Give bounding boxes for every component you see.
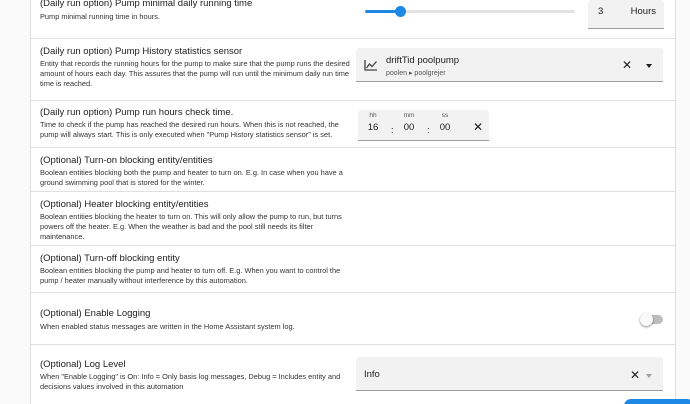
row-min-runtime: (Daily run option) Pump minimal daily ru… bbox=[31, 0, 675, 39]
entity-area-path: poolen ▸ poolgrejer bbox=[386, 70, 446, 77]
min-runtime-description: Pump minimal running time in hours. bbox=[40, 12, 160, 21]
heater-blocking-description: Boolean entities blocking the heater to … bbox=[40, 212, 342, 241]
min-runtime-title: (Daily run option) Pump minimal daily ru… bbox=[40, 0, 253, 9]
history-sensor-entity-picker[interactable]: driftTid poolpump poolen ▸ poolgrejer ✕ bbox=[356, 48, 663, 82]
turn-on-blocking-description: Boolean entities blocking both the pump … bbox=[40, 168, 343, 187]
chart-line-icon bbox=[364, 58, 378, 76]
log-level-select[interactable]: Info ✕ bbox=[356, 357, 663, 391]
minutes-value[interactable]: 00 bbox=[400, 122, 418, 133]
blueprint-settings-panel: (Daily run option) Pump minimal daily ru… bbox=[30, 0, 676, 404]
dropdown-caret-icon[interactable] bbox=[646, 64, 652, 68]
seconds-label: ss bbox=[441, 112, 449, 119]
dropdown-caret-icon[interactable] bbox=[646, 374, 652, 378]
time-separator: : bbox=[391, 125, 394, 135]
time-separator: : bbox=[427, 125, 430, 135]
check-time-description: Time to check if the pump has reached th… bbox=[40, 120, 339, 139]
action-button-edge[interactable] bbox=[624, 399, 690, 404]
seconds-value[interactable]: 00 bbox=[436, 122, 454, 133]
runtime-slider-thumb[interactable] bbox=[395, 6, 407, 17]
seconds-segment[interactable]: ss 00 bbox=[436, 112, 454, 133]
row-turn-on-blocking: (Optional) Turn-on blocking entity/entit… bbox=[31, 148, 675, 192]
runtime-unit: Hours bbox=[630, 6, 656, 17]
history-sensor-title: (Daily run option) Pump History statisti… bbox=[40, 46, 243, 57]
check-time-field[interactable]: hh 16 : mm 00 : ss 00 ✕ bbox=[358, 110, 489, 141]
runtime-number-field[interactable]: 3 Hours bbox=[588, 0, 664, 29]
runtime-value[interactable]: 3 bbox=[598, 6, 603, 17]
clear-time-icon[interactable]: ✕ bbox=[473, 121, 483, 133]
log-level-description: When "Enable Logging" is On: Info = Only… bbox=[40, 372, 341, 391]
heater-blocking-title: (Optional) Heater blocking entity/entiti… bbox=[40, 199, 209, 210]
logging-toggle-thumb[interactable] bbox=[640, 313, 653, 326]
check-time-title: (Daily run option) Pump run hours check … bbox=[40, 107, 234, 118]
turn-off-blocking-title: (Optional) Turn-off blocking entity bbox=[40, 253, 180, 264]
enable-logging-title: (Optional) Enable Logging bbox=[40, 308, 151, 319]
entity-name: driftTid poolpump bbox=[386, 55, 460, 66]
row-heater-blocking: (Optional) Heater blocking entity/entiti… bbox=[31, 192, 675, 246]
log-level-value: Info bbox=[364, 369, 380, 380]
row-enable-logging: (Optional) Enable Logging When enabled s… bbox=[31, 293, 675, 345]
row-check-time: (Daily run option) Pump run hours check … bbox=[31, 101, 675, 148]
clear-icon[interactable]: ✕ bbox=[622, 59, 632, 71]
clear-icon[interactable]: ✕ bbox=[630, 369, 640, 381]
row-turn-off-blocking: (Optional) Turn-off blocking entity Bool… bbox=[31, 246, 675, 293]
turn-off-blocking-description: Boolean entities blocking the pump and h… bbox=[40, 266, 341, 285]
history-sensor-description: Entity that records the running hours fo… bbox=[40, 59, 350, 88]
minutes-segment[interactable]: mm 00 bbox=[400, 112, 418, 133]
hours-label: hh bbox=[369, 112, 377, 119]
log-level-title: (Optional) Log Level bbox=[40, 359, 126, 370]
minutes-label: mm bbox=[403, 112, 415, 119]
row-log-level: (Optional) Log Level When "Enable Loggin… bbox=[31, 345, 675, 404]
row-history-sensor: (Daily run option) Pump History statisti… bbox=[31, 39, 675, 101]
hours-value[interactable]: 16 bbox=[364, 122, 382, 133]
hours-segment[interactable]: hh 16 bbox=[364, 112, 382, 133]
turn-on-blocking-title: (Optional) Turn-on blocking entity/entit… bbox=[40, 155, 213, 166]
enable-logging-description: When enabled status messages are written… bbox=[40, 322, 295, 331]
